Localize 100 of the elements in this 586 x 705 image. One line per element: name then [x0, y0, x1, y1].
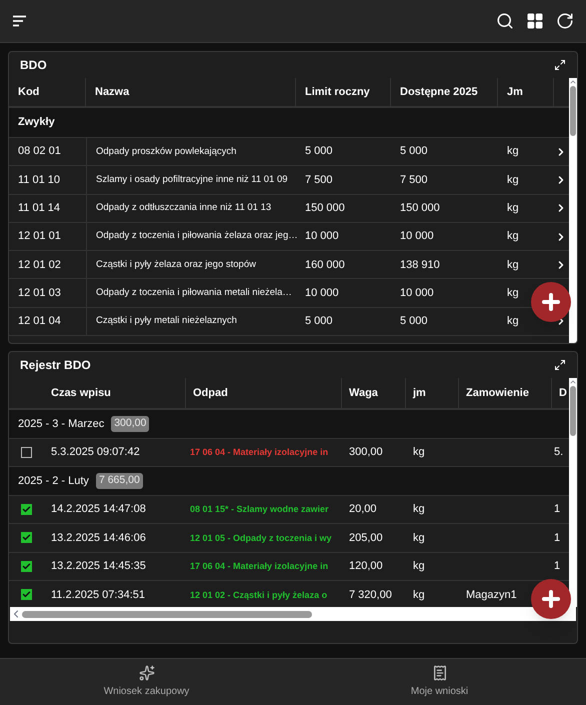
plus-icon — [539, 587, 563, 611]
table-cell: 13.2.2025 14:45:35 — [51, 560, 146, 572]
checkbox[interactable] — [21, 446, 32, 458]
column-header[interactable]: Zamowienie — [459, 378, 552, 408]
column-header[interactable]: Waga — [342, 378, 406, 408]
table-cell: 12 01 02 - Cząstki i pyły żelaza o — [190, 590, 328, 600]
table-cell: 08 02 01 — [18, 145, 61, 158]
table-cell-text: Szlamy i osady pofiltracyjne inne niż 11 01 09 — [96, 172, 288, 187]
table-cell: 17 06 04 - Materiały izolacyjne in — [190, 561, 328, 571]
table-cell: Odpady proszków powlekających — [96, 144, 236, 159]
table-cell: 205,00 — [349, 532, 383, 544]
table-cell: 7 500 — [400, 174, 428, 186]
table-cell: kg — [507, 315, 519, 328]
expand-icon[interactable] — [554, 59, 566, 71]
table-cell: Odpady z odtłuszczania inne niż 11 01 13 — [96, 201, 272, 216]
grid-icon[interactable] — [526, 12, 544, 30]
table-cell: kg — [507, 258, 519, 271]
table-cell: 13.2.2025 14:46:06 — [51, 532, 146, 544]
table-cell: 12 01 05 - Odpady z toczenia i wy — [190, 532, 332, 542]
table-cell: 5. — [554, 446, 564, 458]
check-icon — [22, 590, 31, 600]
scroll-up-icon — [569, 378, 577, 386]
table-cell: kg — [413, 446, 425, 458]
group-label: 2025 - 2 - Luty — [18, 474, 89, 488]
table-cell: 7 500 — [305, 174, 333, 186]
table-cell: 08 01 15* - Szlamy wodne zawier — [190, 504, 329, 514]
nav-item[interactable]: Moje wnioski — [293, 659, 586, 705]
table-cell: 120,00 — [349, 560, 383, 572]
column-header[interactable]: Odpad — [186, 378, 342, 408]
total-badge: 7 665,00 — [96, 472, 143, 489]
table-cell-text: Odpady z toczenia i piłowania żelaza oraz jeg… — [96, 229, 298, 244]
table-cell: 160 000 — [305, 258, 345, 271]
panel-title: Rejestr BDO — [20, 357, 91, 374]
table-cell: Cząstki i pyły żelaza oraz jego stopów — [96, 258, 256, 272]
checkbox[interactable] — [21, 504, 32, 515]
table-cell: 1 — [554, 560, 560, 572]
table-cell: 150 000 — [305, 202, 345, 214]
table-cell: 5 000 — [400, 145, 428, 158]
menu-icon[interactable] — [12, 15, 27, 27]
scroll-up-icon — [569, 78, 577, 86]
table-cell: 17 06 04 - Materiały izolacyjne in — [190, 447, 328, 457]
column-header[interactable]: Nazwa — [86, 78, 296, 106]
checkbox[interactable] — [21, 560, 32, 572]
column-header[interactable]: Limit roczny — [296, 78, 391, 106]
checkbox[interactable] — [21, 589, 32, 600]
table-cell: 12 01 04 — [18, 315, 61, 328]
horizontal-scrollbar[interactable] — [10, 607, 576, 621]
column-header[interactable]: Jm — [498, 78, 554, 106]
column-header[interactable]: Kod — [9, 78, 86, 106]
add-button[interactable] — [531, 282, 571, 322]
table-cell: kg — [507, 145, 519, 158]
total-badge: 300,00 — [111, 416, 150, 432]
table-cell: 10 000 — [305, 286, 339, 299]
table-cell: 150 000 — [400, 202, 440, 214]
sparkles-icon — [138, 665, 154, 681]
check-icon — [22, 562, 31, 571]
table-cell: 10 000 — [400, 286, 434, 299]
table-cell: 5 000 — [305, 145, 333, 158]
table-cell-text: Cząstki i pyły metali nieżelaznych — [96, 314, 237, 328]
table-cell: 5 000 — [305, 315, 333, 328]
checkbox[interactable] — [21, 532, 32, 544]
group-label: Zwykły — [18, 115, 55, 130]
column-header[interactable]: Dostępne 2025 — [391, 78, 498, 106]
table-cell: kg — [413, 503, 425, 515]
table-cell: 7 320,00 — [349, 588, 392, 600]
table-cell: 11 01 10 — [18, 174, 60, 186]
table-cell: 14.2.2025 14:47:08 — [51, 503, 146, 515]
table-cell: kg — [507, 230, 519, 242]
table-cell: kg — [413, 588, 425, 600]
check-icon — [22, 533, 31, 542]
group-label: 2025 - 3 - Marzec — [18, 416, 104, 432]
panel-title: BDO — [20, 57, 47, 74]
table-cell: 5.3.2025 09:07:42 — [51, 446, 140, 458]
receipt-icon — [432, 665, 448, 681]
table-cell: 12 01 01 — [18, 230, 61, 242]
search-icon[interactable] — [496, 12, 514, 30]
table-cell: 300,00 — [349, 446, 383, 458]
table-cell: 5 000 — [400, 315, 428, 328]
table-cell: 12 01 03 — [18, 286, 61, 299]
column-header[interactable]: jm — [406, 378, 459, 408]
plus-icon — [539, 290, 563, 314]
refresh-icon[interactable] — [556, 12, 574, 30]
scrollbar[interactable] — [569, 78, 577, 343]
table-cell: 1 — [554, 503, 560, 515]
scrollbar[interactable] — [569, 378, 577, 607]
table-cell: 11.2.2025 07:34:51 — [51, 588, 145, 600]
table-cell: 11 01 14 — [18, 202, 60, 214]
table-cell: kg — [507, 202, 519, 214]
expand-icon[interactable] — [554, 359, 566, 371]
table-cell: kg — [413, 532, 425, 544]
table-cell-text: Odpady z toczenia i piłowania metali nieżela… — [96, 286, 292, 300]
table-cell: Magazyn1 — [466, 588, 517, 600]
table-cell: kg — [413, 560, 425, 572]
table-cell: 1 — [554, 532, 560, 544]
column-header[interactable]: Czas wpisu — [44, 378, 186, 408]
nav-item[interactable]: Wniosek zakupowy — [0, 659, 293, 705]
table-cell: 10 000 — [400, 230, 434, 242]
table-cell: kg — [507, 286, 519, 299]
table-cell: 12 01 02 — [18, 258, 61, 271]
check-icon — [22, 504, 31, 514]
